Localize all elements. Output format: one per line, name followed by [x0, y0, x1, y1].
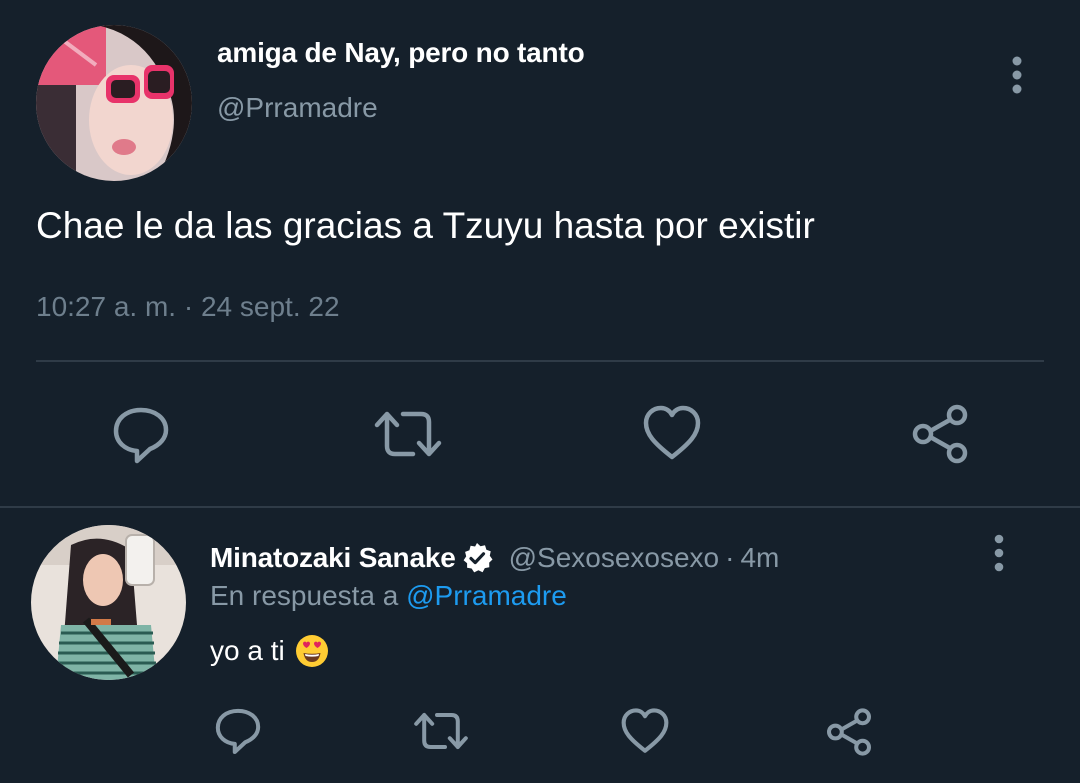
more-vertical-icon [1012, 56, 1022, 94]
like-button[interactable] [642, 405, 702, 461]
separator: · [725, 542, 735, 573]
more-options-button[interactable] [985, 531, 1013, 575]
share-button[interactable] [910, 404, 970, 464]
tweet-text: Chae le da las gracias a Tzuyu hasta por… [36, 205, 815, 246]
mention-link[interactable]: @Prramadre [406, 580, 567, 611]
retweet-icon [414, 713, 468, 749]
reply-text: yo a ti [210, 632, 329, 670]
tweet-time[interactable]: 4m [740, 542, 779, 574]
reply-icon [215, 708, 261, 754]
profile-photo-icon [31, 525, 186, 680]
display-name[interactable]: Minatozaki Sanake [210, 542, 456, 574]
display-name[interactable]: amiga de Nay, pero no tanto [217, 37, 585, 69]
reply-button[interactable] [213, 706, 263, 756]
heart-icon [643, 405, 701, 460]
avatar[interactable] [31, 525, 186, 680]
tweet-timestamp[interactable]: 10:27 a. m. · 24 sept. 22 [36, 291, 340, 323]
heart-eyes-emoji-icon [295, 634, 329, 668]
divider [36, 360, 1044, 362]
verified-badge-icon [463, 543, 493, 573]
reply-icon [113, 407, 169, 464]
avatar[interactable] [36, 25, 192, 181]
share-icon [912, 404, 968, 464]
share-button[interactable] [825, 708, 873, 756]
user-handle[interactable]: @Sexosexosexo [509, 542, 720, 574]
heart-icon [621, 708, 669, 753]
share-icon [827, 708, 871, 756]
like-button[interactable] [620, 708, 670, 754]
tweet-thread: amiga de Nay, pero no tanto @Prramadre C… [0, 0, 1080, 783]
divider [0, 506, 1080, 508]
main-tweet: amiga de Nay, pero no tanto @Prramadre C… [0, 0, 1080, 506]
reply-header: Minatozaki Sanake @Sexosexosexo · 4m [210, 538, 779, 578]
replying-to-label: En respuesta a [210, 580, 399, 611]
retweet-button[interactable] [373, 408, 443, 460]
more-options-button[interactable] [1002, 52, 1032, 98]
user-handle[interactable]: @Prramadre [217, 92, 378, 124]
reply-button[interactable] [110, 404, 172, 466]
more-vertical-icon [994, 534, 1004, 572]
retweet-icon [374, 411, 442, 457]
replying-to: En respuesta a @Prramadre [210, 580, 567, 612]
profile-photo-icon [36, 25, 192, 181]
reply-text-content: yo a ti [210, 635, 285, 666]
retweet-button[interactable] [413, 710, 469, 752]
